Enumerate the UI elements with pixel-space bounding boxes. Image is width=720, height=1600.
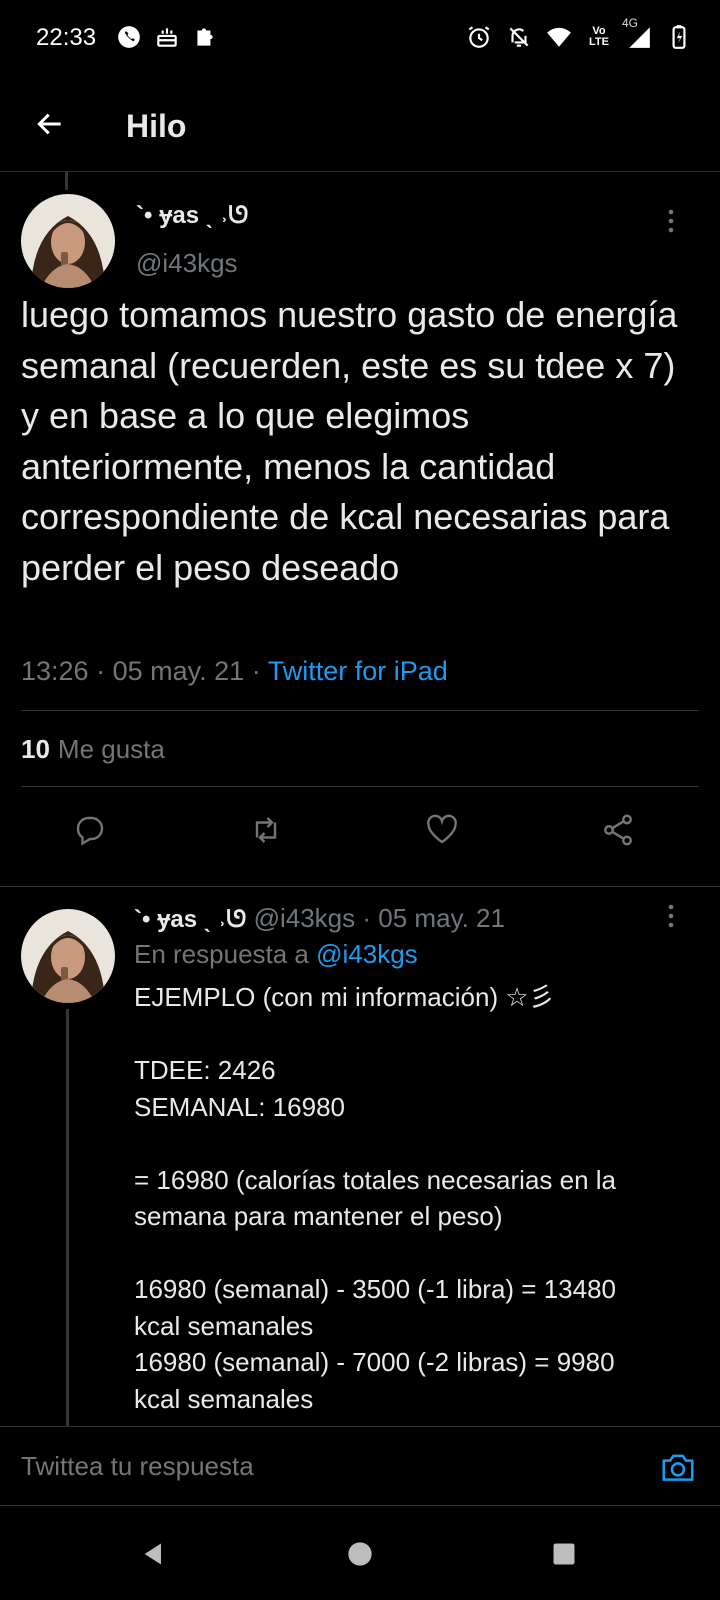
tweet-line: 16980 (semanal) - 3500 (-1 libra) = 1348… <box>134 1274 617 1304</box>
tweet-line: 16980 (semanal) - 7000 (-2 libras) = 998… <box>134 1347 615 1377</box>
bell-off-icon <box>506 22 532 52</box>
nav-home-button[interactable] <box>338 1532 382 1576</box>
alarm-icon <box>466 22 492 52</box>
puzzle-icon <box>192 22 218 52</box>
likes-count: 10 <box>21 734 50 764</box>
tweet-actions <box>0 808 720 864</box>
tweet-timestamp: 13:26 · 05 may. 21 · Twitter for iPad <box>21 656 448 686</box>
share-icon <box>604 814 632 846</box>
like-button[interactable] <box>420 808 464 852</box>
tweet-source-link[interactable]: Twitter for iPad <box>268 656 448 686</box>
more-options-icon[interactable] <box>656 206 686 236</box>
likes-summary[interactable]: 10 Me gusta <box>21 734 165 765</box>
status-bar: 22:33 Vo LTE 4G <box>0 0 720 78</box>
in-reply-handle-link[interactable]: @i43kgs <box>316 939 418 969</box>
divider <box>21 786 699 787</box>
tweet-line <box>134 1125 694 1162</box>
recents-square-icon <box>553 1543 575 1565</box>
whatsapp-icon <box>116 22 142 52</box>
tweet-line: kcal semanales <box>134 1383 314 1414</box>
retweet-button[interactable] <box>244 808 288 852</box>
arrow-left-icon <box>37 113 61 135</box>
nav-recents-button[interactable] <box>542 1532 586 1576</box>
reply-composer <box>0 1426 720 1506</box>
author-name[interactable]: `• ɏas ˎ ˒ᘎ <box>136 202 248 230</box>
tweet-line <box>134 1235 694 1272</box>
like-icon <box>427 814 457 844</box>
tweet-date: 05 may. 21 <box>378 903 505 933</box>
signal-icon: 4G <box>622 16 652 52</box>
divider <box>0 886 720 887</box>
back-triangle-icon <box>144 1543 161 1565</box>
tweet-text: EJEMPLO (con mi información) ☆彡 TDEE: 24… <box>134 979 694 1417</box>
reply-header: `• ɏas ˎ ˒ᘎ @i43kgs · 05 may. 21 <box>134 903 505 933</box>
volte-icon: Vo LTE <box>589 25 609 48</box>
system-nav-bar <box>0 1506 720 1600</box>
retweet-icon <box>255 817 277 843</box>
top-app-bar: Hilo <box>0 78 720 172</box>
tweet-line: = 16980 (calorías totales necesarias en … <box>134 1164 617 1195</box>
status-time: 22:33 <box>36 24 97 51</box>
page-title: Hilo <box>126 108 187 144</box>
author-handle[interactable]: @i43kgs <box>136 248 238 279</box>
cake-icon <box>154 22 180 52</box>
tweet-line: TDEE: 2426 <box>134 1055 276 1085</box>
reply-input[interactable] <box>21 1451 601 1482</box>
in-reply-to: En respuesta a @i43kgs <box>134 939 418 970</box>
back-button[interactable] <box>26 100 74 148</box>
battery-charging-icon <box>666 22 692 52</box>
author-handle[interactable]: @i43kgs <box>254 903 356 933</box>
in-reply-label: En respuesta a <box>134 939 309 969</box>
tweet-line: semana para mantener el peso) <box>134 1201 503 1231</box>
tweet-line: EJEMPLO (con mi información) ☆彡 <box>134 982 555 1012</box>
thread-connector-top <box>65 172 68 190</box>
author-name[interactable]: `• ɏas ˎ ˒ᘎ <box>134 906 246 933</box>
share-button[interactable] <box>596 808 640 852</box>
home-circle-icon <box>348 1542 372 1566</box>
camera-icon <box>662 1454 694 1481</box>
tweet-line: SEMANAL: 16980 <box>134 1091 346 1122</box>
avatar[interactable] <box>21 909 115 1003</box>
tweet-time: 13:26 <box>21 656 89 686</box>
nav-back-button[interactable] <box>132 1532 176 1576</box>
camera-button[interactable] <box>656 1445 700 1489</box>
tweet-text: luego tomamos nuestro gasto de energía s… <box>21 294 678 588</box>
wifi-icon <box>546 22 572 52</box>
tweet-line <box>134 1016 694 1053</box>
likes-label: Me gusta <box>57 734 165 764</box>
tweet-date: 05 may. 21 <box>112 656 245 686</box>
avatar[interactable] <box>21 194 115 288</box>
divider <box>21 710 699 711</box>
reply-icon <box>76 816 104 846</box>
tweet-line: kcal semanales <box>134 1310 314 1341</box>
more-options-icon[interactable] <box>656 901 686 931</box>
thread-connector <box>66 1009 69 1429</box>
reply-button[interactable] <box>68 808 112 852</box>
